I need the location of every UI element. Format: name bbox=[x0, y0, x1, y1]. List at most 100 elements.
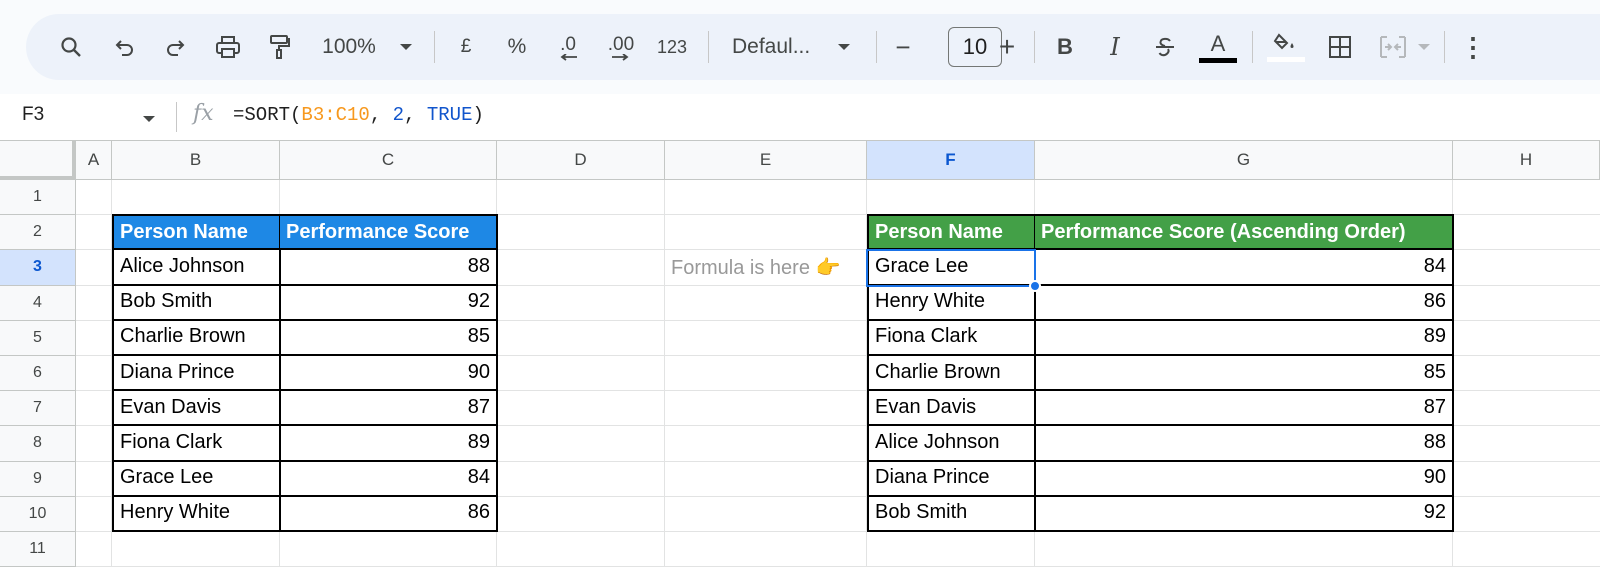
fill-handle[interactable] bbox=[1029, 279, 1041, 292]
left-table-name-cell[interactable]: Evan Davis bbox=[112, 390, 281, 427]
right-table-score-cell[interactable]: 87 bbox=[1035, 390, 1454, 427]
left-table-header-cell[interactable]: Person Name bbox=[112, 214, 281, 251]
text-color-swatch bbox=[1199, 58, 1237, 63]
left-table-score-cell[interactable]: 92 bbox=[280, 284, 498, 321]
left-table-name-cell[interactable]: Fiona Clark bbox=[112, 425, 281, 462]
name-box[interactable]: F3 bbox=[22, 104, 44, 126]
increase-decimal-label: .00 bbox=[607, 34, 635, 55]
text-color-button[interactable]: A bbox=[1198, 14, 1238, 80]
row-header-8[interactable]: 8 bbox=[0, 426, 76, 462]
row-header-11[interactable]: 11 bbox=[0, 532, 76, 567]
zoom-select[interactable]: 100% bbox=[314, 14, 384, 80]
row-header-6[interactable]: 6 bbox=[0, 356, 76, 392]
left-table-score-cell[interactable]: 90 bbox=[280, 355, 498, 392]
print-icon[interactable] bbox=[212, 14, 244, 80]
increase-decimal-button[interactable]: .00 bbox=[600, 14, 642, 80]
right-table-name-cell[interactable]: Charlie Brown bbox=[867, 355, 1036, 392]
right-table-name-cell[interactable]: Alice Johnson bbox=[867, 425, 1036, 462]
fill-color-button[interactable] bbox=[1266, 14, 1306, 80]
left-table-score-cell[interactable]: 84 bbox=[280, 460, 498, 497]
redo-icon[interactable] bbox=[160, 14, 190, 80]
arrow-right-icon bbox=[612, 54, 629, 61]
search-icon[interactable] bbox=[56, 14, 86, 80]
row-header-2[interactable]: 2 bbox=[0, 215, 76, 251]
right-table-name-cell[interactable]: Diana Prince bbox=[867, 460, 1036, 497]
decrease-decimal-label: .0 bbox=[560, 34, 576, 55]
left-table-score-cell[interactable]: 86 bbox=[280, 495, 498, 532]
left-table-header-cell[interactable]: Performance Score bbox=[280, 214, 498, 251]
row-header-7[interactable]: 7 bbox=[0, 391, 76, 427]
select-all-corner[interactable] bbox=[0, 140, 76, 180]
currency-button[interactable]: £ bbox=[451, 14, 481, 80]
left-table-name-cell[interactable]: Bob Smith bbox=[112, 284, 281, 321]
increase-font-size-button[interactable]: + bbox=[992, 14, 1022, 80]
font-select[interactable]: Defaul... bbox=[724, 14, 824, 80]
number-format-button[interactable]: 123 bbox=[650, 14, 694, 80]
percent-button[interactable]: % bbox=[502, 14, 532, 80]
right-table-score-cell[interactable]: 89 bbox=[1035, 319, 1454, 356]
column-header-c[interactable]: C bbox=[280, 140, 497, 180]
column-header-e[interactable]: E bbox=[665, 140, 867, 180]
column-header-g[interactable]: G bbox=[1035, 140, 1453, 180]
spreadsheet-grid[interactable]: A B C D E F G H 1 2 3 4 5 6 7 8 9 10 11 Person Name Performa… bbox=[0, 140, 1600, 567]
right-table-score-cell[interactable]: 90 bbox=[1035, 460, 1454, 497]
gridline bbox=[664, 180, 665, 567]
merge-cells-icon[interactable] bbox=[1376, 14, 1410, 80]
column-header-h[interactable]: H bbox=[1453, 140, 1600, 180]
divider bbox=[876, 31, 877, 63]
right-table-score-cell[interactable]: 84 bbox=[1035, 249, 1454, 286]
italic-button[interactable]: I bbox=[1100, 14, 1130, 80]
column-header-b[interactable]: B bbox=[112, 140, 280, 180]
left-table-name-cell[interactable]: Alice Johnson bbox=[112, 249, 281, 286]
chevron-down-icon[interactable] bbox=[142, 114, 156, 124]
right-table-name-cell[interactable]: Grace Lee bbox=[867, 249, 1036, 286]
divider bbox=[434, 31, 435, 63]
divider bbox=[1444, 31, 1445, 63]
strikethrough-icon[interactable] bbox=[1150, 14, 1180, 80]
formula-input[interactable]: =SORT(B3:C10, 2, TRUE) bbox=[233, 104, 484, 126]
chevron-down-icon[interactable] bbox=[1414, 14, 1434, 80]
right-table-score-cell[interactable]: 92 bbox=[1035, 495, 1454, 532]
left-table-name-cell[interactable]: Charlie Brown bbox=[112, 319, 281, 356]
column-header-f[interactable]: F bbox=[867, 140, 1035, 180]
formula-note[interactable]: Formula is here 👉 bbox=[665, 250, 867, 285]
paint-format-icon[interactable] bbox=[264, 14, 294, 80]
left-table-name-cell[interactable]: Henry White bbox=[112, 495, 281, 532]
left-table-score-cell[interactable]: 85 bbox=[280, 319, 498, 356]
right-table-header-cell[interactable]: Person Name bbox=[867, 214, 1036, 251]
right-table-header-cell[interactable]: Performance Score (Ascending Order) bbox=[1035, 214, 1454, 251]
more-options-icon[interactable]: ⋮ bbox=[1458, 14, 1488, 80]
formula-separator: , bbox=[404, 104, 427, 126]
borders-icon[interactable] bbox=[1324, 14, 1356, 80]
decrease-decimal-button[interactable]: .0 bbox=[548, 14, 588, 80]
left-table-score-cell[interactable]: 89 bbox=[280, 425, 498, 462]
right-table-score-cell[interactable]: 88 bbox=[1035, 425, 1454, 462]
column-header-d[interactable]: D bbox=[497, 140, 665, 180]
bold-button[interactable]: B bbox=[1050, 14, 1080, 80]
row-header-10[interactable]: 10 bbox=[0, 496, 76, 532]
fill-color-swatch bbox=[1267, 56, 1305, 62]
chevron-down-icon[interactable] bbox=[394, 14, 418, 80]
chevron-down-icon[interactable] bbox=[832, 14, 856, 80]
right-table-name-cell[interactable]: Evan Davis bbox=[867, 390, 1036, 427]
row-header-5[interactable]: 5 bbox=[0, 320, 76, 356]
right-table-name-cell[interactable]: Henry White bbox=[867, 284, 1036, 321]
row-header-3[interactable]: 3 bbox=[0, 250, 76, 286]
right-table-score-cell[interactable]: 85 bbox=[1035, 355, 1454, 392]
formula-bar: F3 fx =SORT(B3:C10, 2, TRUE) bbox=[0, 94, 1600, 140]
left-table-score-cell[interactable]: 87 bbox=[280, 390, 498, 427]
right-table-name-cell[interactable]: Bob Smith bbox=[867, 495, 1036, 532]
formula-range: B3:C10 bbox=[301, 104, 370, 126]
column-header-a[interactable]: A bbox=[76, 140, 112, 180]
row-header-1[interactable]: 1 bbox=[0, 180, 76, 216]
left-table-score-cell[interactable]: 88 bbox=[280, 249, 498, 286]
row-header-4[interactable]: 4 bbox=[0, 285, 76, 321]
right-table-name-cell[interactable]: Fiona Clark bbox=[867, 319, 1036, 356]
undo-icon[interactable] bbox=[110, 14, 140, 80]
left-table-name-cell[interactable]: Diana Prince bbox=[112, 355, 281, 392]
decrease-font-size-button[interactable]: − bbox=[888, 14, 918, 80]
row-header-9[interactable]: 9 bbox=[0, 461, 76, 497]
text-color-letter: A bbox=[1210, 31, 1226, 56]
left-table-name-cell[interactable]: Grace Lee bbox=[112, 460, 281, 497]
right-table-score-cell[interactable]: 86 bbox=[1035, 284, 1454, 321]
